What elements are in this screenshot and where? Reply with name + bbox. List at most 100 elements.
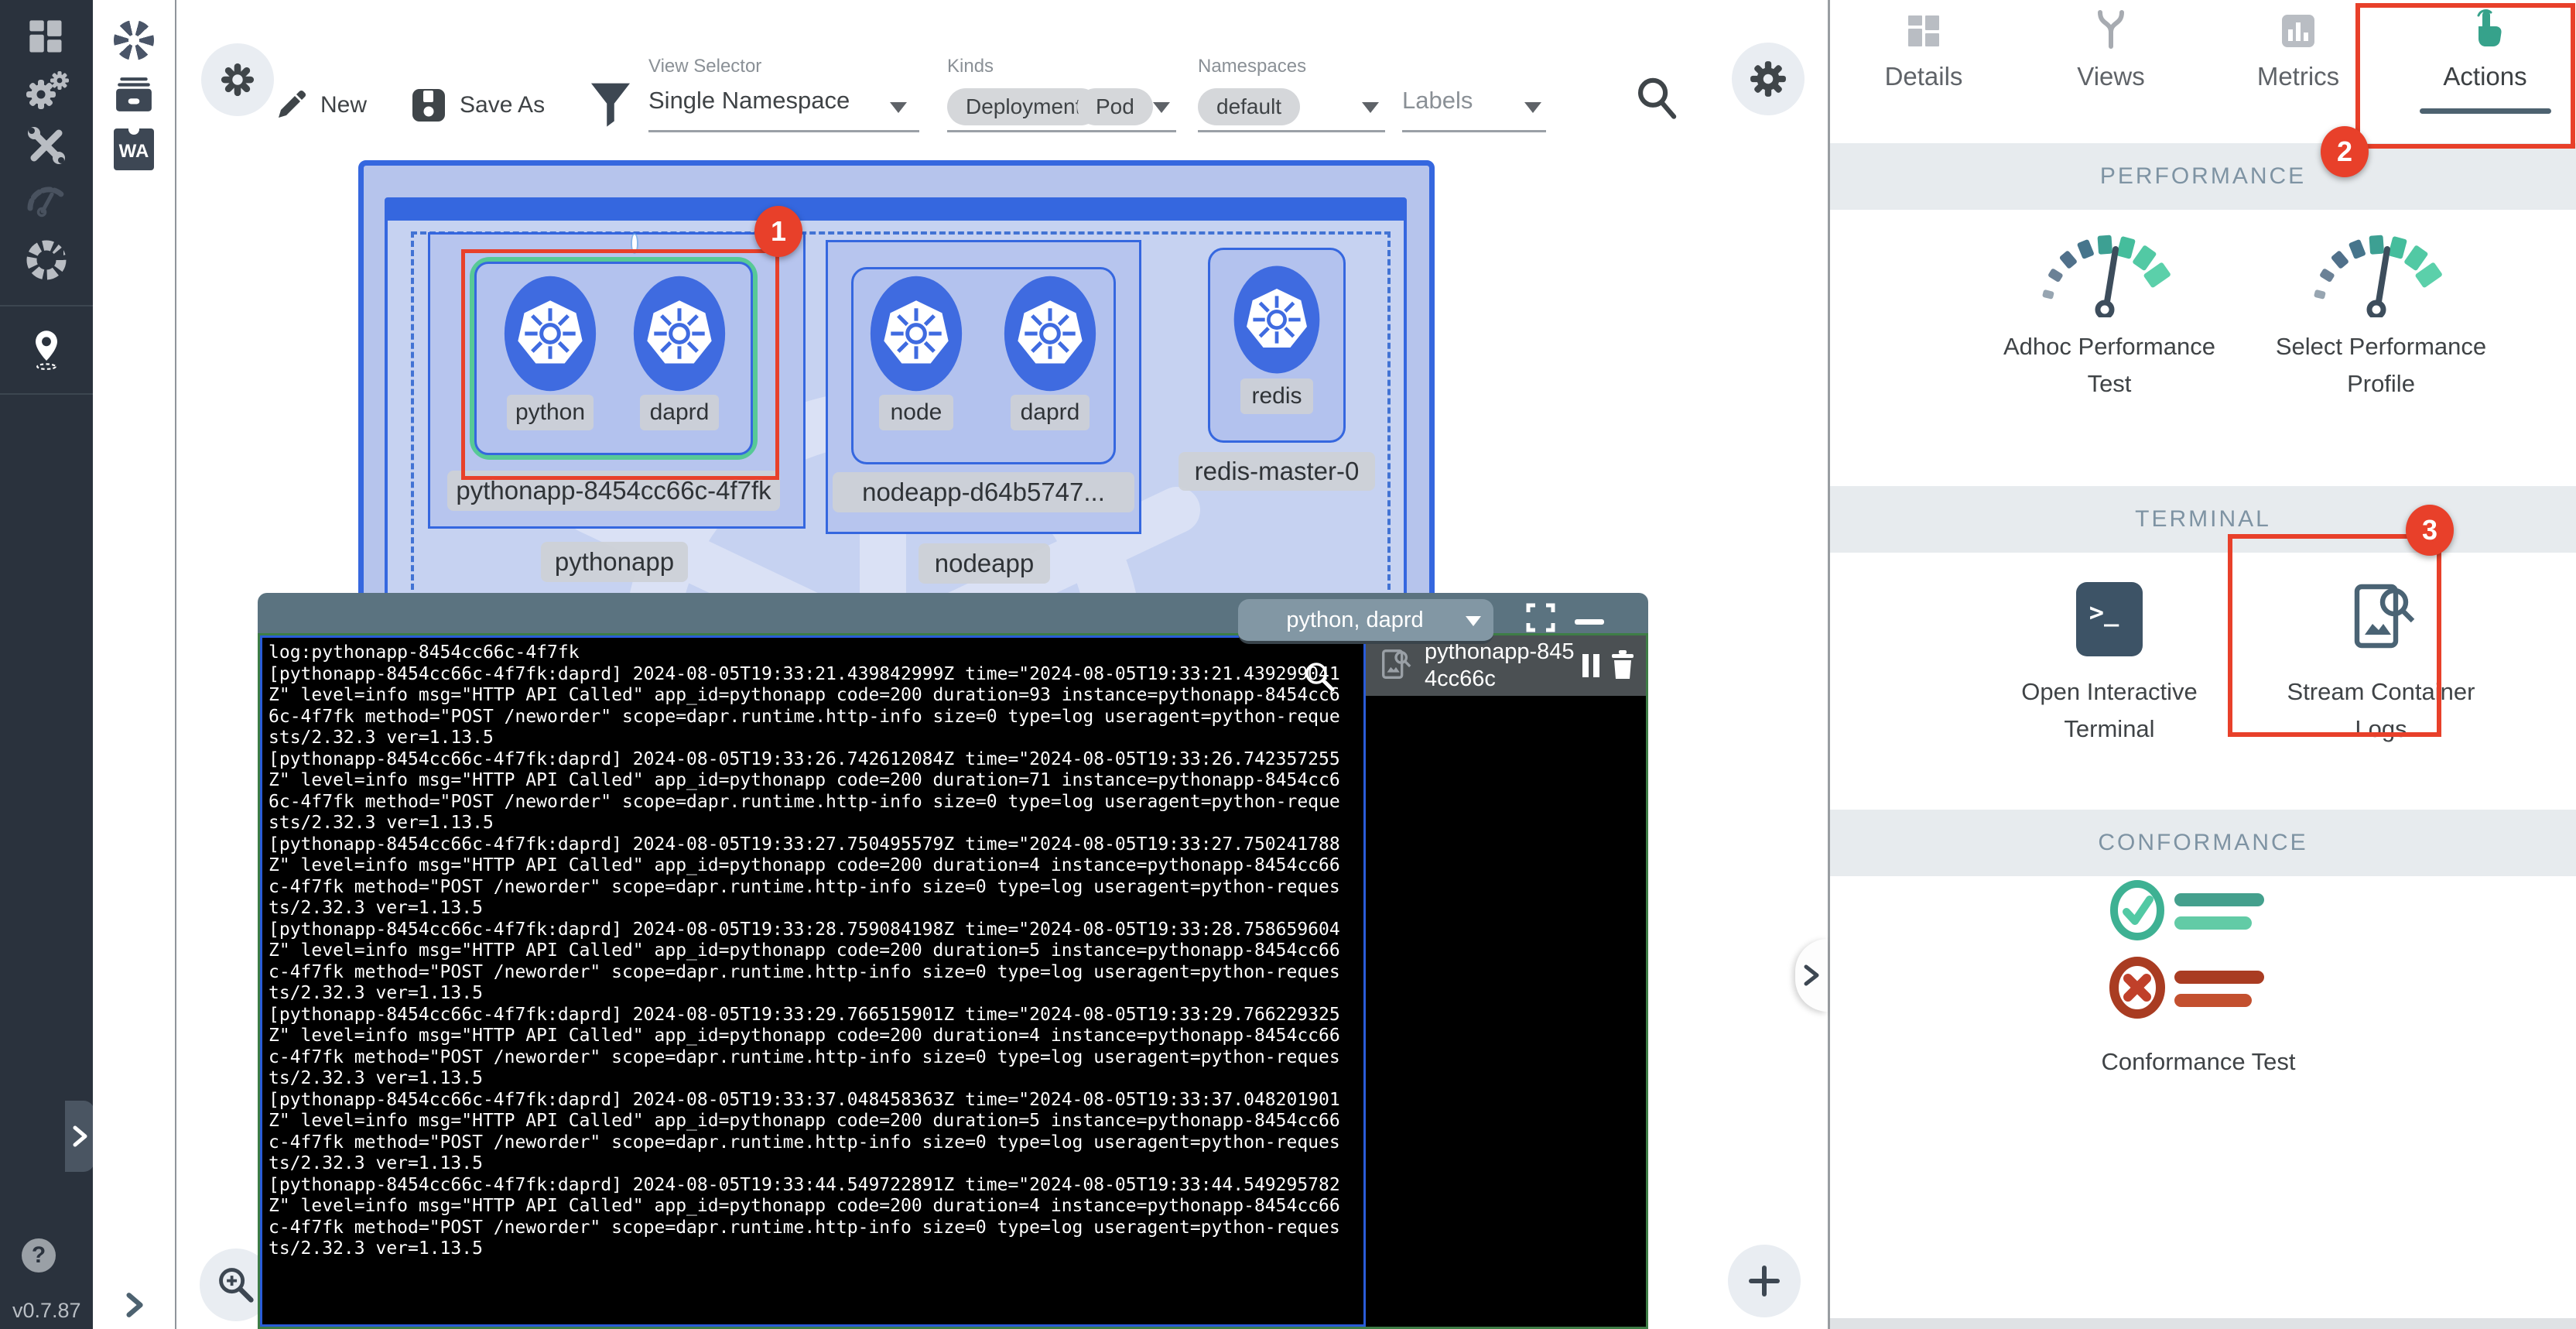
container-redis-icon[interactable] <box>1230 263 1323 376</box>
dapr-logo-button[interactable] <box>114 20 154 60</box>
log-entry: [pythonapp-8454cc66c-4f7fk:daprd] 2024-0… <box>269 664 1340 749</box>
save-icon <box>410 87 447 124</box>
container-label: redis <box>1240 378 1313 414</box>
zoom-in-magnifier-icon <box>215 1264 257 1306</box>
terminal-container-selector[interactable]: python, daprd <box>1238 599 1493 644</box>
details-grid-icon <box>1905 12 1942 50</box>
settings-button[interactable] <box>1732 43 1805 115</box>
gears-icon <box>22 70 70 113</box>
strip-expand-chevron[interactable] <box>118 1288 149 1322</box>
sidebar-item-settings[interactable] <box>20 68 73 115</box>
namespaces-label: Namespaces <box>1198 56 1306 77</box>
action-select-performance-profile[interactable]: Select Performance Profile <box>2263 224 2499 418</box>
log-entry: [pythonapp-8454cc66c-4f7fk:daprd] 2024-0… <box>269 1005 1340 1090</box>
dashboard-grid-icon <box>26 17 67 57</box>
container-node-icon[interactable] <box>867 273 966 394</box>
action-conformance-test[interactable]: Conformance Test <box>2082 879 2314 1081</box>
deployment-name-label: nodeapp <box>919 543 1050 584</box>
terminal-body: log:pythonapp-8454cc66c-4f7fk [pythonapp… <box>258 633 1648 1329</box>
new-label: New <box>320 92 367 118</box>
kind-chip-pod[interactable]: Pod <box>1077 88 1153 125</box>
namespace-chip-default[interactable]: default <box>1198 88 1300 125</box>
action-label: Select Performance Profile <box>2263 328 2499 402</box>
stream-tab[interactable]: pythonapp-8454cc66c <box>1366 635 1646 696</box>
sidebar-item-performance[interactable] <box>22 176 71 220</box>
save-as-button[interactable]: Save As <box>410 82 545 128</box>
save-as-label: Save As <box>460 92 545 118</box>
kinds-label: Kinds <box>947 56 994 77</box>
add-button[interactable] <box>1728 1245 1801 1317</box>
new-button[interactable]: New <box>272 82 367 128</box>
sidebar-divider <box>0 305 93 307</box>
kinds-dropdown[interactable]: Deployment Pod <box>947 87 1176 130</box>
log-entry: [pythonapp-8454cc66c-4f7fk:daprd] 2024-0… <box>269 834 1340 920</box>
views-branch-icon <box>2092 9 2130 50</box>
labels-placeholder: Labels <box>1402 87 1473 114</box>
plus-icon <box>1746 1263 1782 1299</box>
right-panel: Details Views Metrics Actions 2 PERFORMA… <box>1828 0 2576 1329</box>
mesh-menu-button[interactable] <box>201 43 274 116</box>
metrics-chart-icon <box>2280 12 2317 50</box>
sidebar-item-location[interactable] <box>23 325 70 373</box>
search-button[interactable] <box>1633 73 1681 122</box>
tools-icon <box>24 124 69 167</box>
app-window: ? v0.7.87 WA New <box>0 0 2576 1329</box>
help-button[interactable]: ? <box>22 1238 56 1272</box>
filter-funnel-icon <box>588 80 633 128</box>
chevron-right-icon <box>70 1123 90 1149</box>
secondary-sidebar: WA <box>93 0 176 1329</box>
log-entry: [pythonapp-8454cc66c-4f7fk:daprd] 2024-0… <box>269 920 1340 1005</box>
sidebar-item-conformance[interactable] <box>23 237 70 283</box>
minimize-icon[interactable] <box>1575 619 1604 625</box>
gauge-icon <box>24 179 69 218</box>
pod-name-label: redis-master-0 <box>1179 452 1375 491</box>
wasm-button[interactable]: WA <box>114 128 154 170</box>
tab-details[interactable]: Details <box>1830 0 2017 143</box>
sidebar-item-tools[interactable] <box>22 122 71 169</box>
pod-name-label: nodeapp-d64b5747... <box>833 472 1134 512</box>
annotation-rect-3 <box>2228 534 2441 737</box>
chevron-down-icon <box>1362 102 1379 113</box>
section-header-terminal: TERMINAL <box>1830 486 2576 553</box>
chevron-down-icon <box>890 102 907 113</box>
action-adhoc-performance-test[interactable]: Adhoc Performance Test <box>1991 224 2228 418</box>
view-selector-value: Single Namespace <box>648 87 850 114</box>
chevron-down-icon <box>1524 102 1541 113</box>
filter-button[interactable] <box>588 80 633 128</box>
components-button[interactable] <box>114 74 154 115</box>
chevron-down-icon <box>1466 616 1481 626</box>
container-label: daprd <box>1011 395 1090 430</box>
chevron-right-icon <box>122 1291 145 1319</box>
kinds-underline <box>947 130 1176 132</box>
sidebar-expand-handle[interactable] <box>65 1101 94 1172</box>
namespaces-dropdown[interactable]: default <box>1198 87 1385 130</box>
log-file-icon <box>1378 647 1414 683</box>
mesh-flower-icon <box>220 62 255 98</box>
terminal-container-selector-value: python, daprd <box>1286 608 1423 633</box>
terminal-stream-pane: pythonapp-8454cc66c <box>1366 635 1646 1327</box>
log-entry: [pythonapp-8454cc66c-4f7fk:daprd] 2024-0… <box>269 1175 1340 1260</box>
terminal-prompt-icon: >_ <box>2076 582 2143 656</box>
sidebar-item-dashboard[interactable] <box>23 14 70 60</box>
search-icon <box>1633 73 1681 122</box>
labels-dropdown[interactable]: Labels <box>1402 87 1546 130</box>
container-daprd2-icon[interactable] <box>1001 273 1100 394</box>
trash-icon[interactable] <box>1609 649 1637 680</box>
left-sidebar: ? v0.7.87 <box>0 0 93 1329</box>
tab-views[interactable]: Views <box>2017 0 2205 143</box>
fullscreen-icon[interactable] <box>1525 602 1556 633</box>
namespaces-underline <box>1198 130 1385 132</box>
view-selector-dropdown[interactable]: Single Namespace <box>648 87 919 130</box>
stream-tab-name: pythonapp-8454cc66c <box>1425 639 1576 693</box>
log-entry: [pythonapp-8454cc66c-4f7fk:daprd] 2024-0… <box>269 749 1340 834</box>
pause-icon[interactable] <box>1581 653 1601 679</box>
sidebar-divider <box>0 393 93 395</box>
node-box-titlebar <box>388 200 1404 221</box>
action-open-interactive-terminal[interactable]: >_ Open Interactive Terminal <box>1991 582 2228 760</box>
terminal-log-pane[interactable]: log:pythonapp-8454cc66c-4f7fk [pythonapp… <box>260 635 1366 1327</box>
archive-icon <box>115 76 153 113</box>
panel-collapse-handle[interactable] <box>1795 939 1828 1012</box>
performance-gauge-icon <box>2036 224 2183 317</box>
wa-label: WA <box>119 141 149 163</box>
view-selector-label: View Selector <box>648 56 761 77</box>
